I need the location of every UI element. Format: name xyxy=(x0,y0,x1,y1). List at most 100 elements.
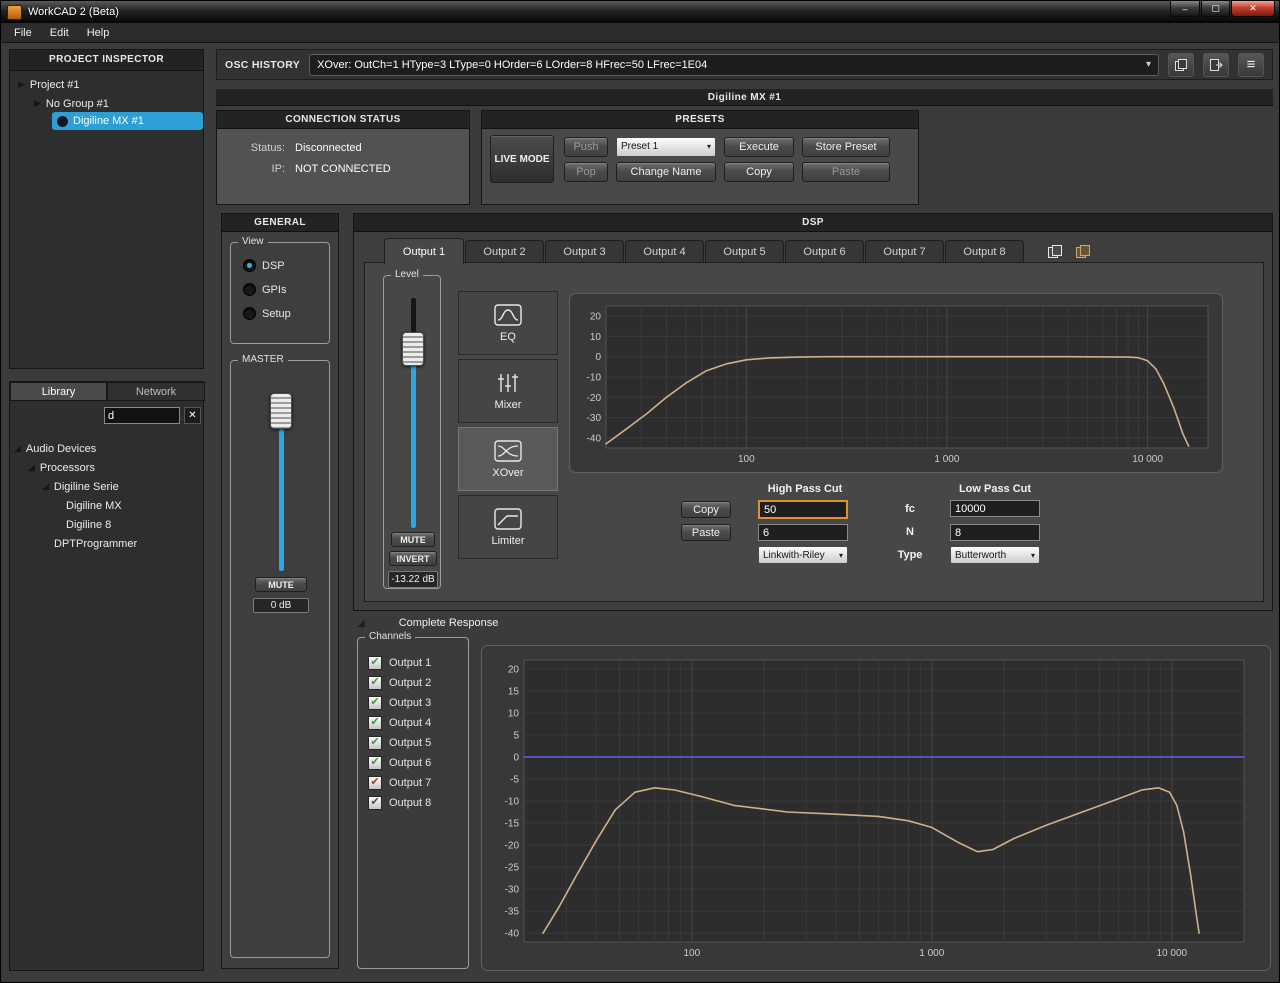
menu-file[interactable]: File xyxy=(5,25,41,41)
complete-response-title: Complete Response xyxy=(399,617,499,629)
tab-label: Output 5 xyxy=(723,246,765,258)
mode-xover-button[interactable]: XOver xyxy=(458,427,558,491)
channel-row: ✔ Output 4 xyxy=(368,716,431,730)
mode-label: EQ xyxy=(500,331,516,343)
push-button[interactable]: Push xyxy=(564,137,608,157)
mode-limiter-button[interactable]: Limiter xyxy=(458,495,558,559)
tree-item-processors[interactable]: ◢ Processors xyxy=(28,459,95,476)
channel-invert-button[interactable]: INVERT xyxy=(389,551,437,566)
expand-icon[interactable]: ▶ xyxy=(34,98,41,109)
channel-checkbox[interactable]: ✔ xyxy=(368,736,382,750)
master-mute-button[interactable]: MUTE xyxy=(255,577,307,592)
paste-label: Paste xyxy=(832,166,860,178)
tree-item-project[interactable]: ▶ Project #1 xyxy=(18,76,79,93)
master-groupbox: MASTER MUTE 0 dB xyxy=(230,360,330,958)
close-button[interactable]: ✕ xyxy=(1231,1,1275,17)
level-fader-handle[interactable] xyxy=(402,332,424,366)
channel-checkbox[interactable]: ✔ xyxy=(368,756,382,770)
copy-history-button[interactable] xyxy=(1168,53,1194,77)
hp-frequency-input[interactable] xyxy=(758,500,848,519)
tree-item-digiline-8[interactable]: Digiline 8 xyxy=(66,516,111,533)
channel-checkbox[interactable]: ✔ xyxy=(368,696,382,710)
store-preset-button[interactable]: Store Preset xyxy=(802,137,890,157)
radio-view-setup[interactable]: Setup xyxy=(243,307,329,320)
tree-item-audio-devices[interactable]: ◢ Audio Devices xyxy=(14,440,96,457)
library-search-input[interactable] xyxy=(104,407,180,424)
connection-status-panel: CONNECTION STATUS Status: Disconnected I… xyxy=(216,110,470,205)
export-history-button[interactable] xyxy=(1203,53,1229,77)
mode-label: Limiter xyxy=(491,535,524,547)
xover-copy-button[interactable]: Copy xyxy=(681,501,731,518)
mode-eq-button[interactable]: EQ xyxy=(458,291,558,355)
menu-button[interactable]: ≡ xyxy=(1238,53,1264,77)
tab-output-2[interactable]: Output 2 xyxy=(465,240,544,262)
lp-frequency-input[interactable] xyxy=(950,500,1040,517)
change-name-button[interactable]: Change Name xyxy=(616,162,716,182)
tab-output-7[interactable]: Output 7 xyxy=(865,240,944,262)
channel-checkbox[interactable]: ✔ xyxy=(368,776,382,790)
tree-item-device-selected[interactable]: Digiline MX #1 xyxy=(52,112,203,130)
expand-icon[interactable]: ▶ xyxy=(18,79,25,90)
lp-type-select[interactable]: Butterworth ▾ xyxy=(950,546,1040,564)
expand-icon[interactable]: ◢ xyxy=(42,481,49,492)
channel-checkbox[interactable]: ✔ xyxy=(368,796,382,810)
expand-icon[interactable]: ◢ xyxy=(14,443,21,454)
master-fader-handle[interactable] xyxy=(270,393,292,429)
channel-checkbox[interactable]: ✔ xyxy=(368,716,382,730)
tab-output-5[interactable]: Output 5 xyxy=(705,240,784,262)
channel-checkbox[interactable]: ✔ xyxy=(368,676,382,690)
copy-preset-button[interactable]: Copy xyxy=(724,162,794,182)
xover-paste-button[interactable]: Paste xyxy=(681,524,731,541)
close-icon: ✕ xyxy=(1249,3,1257,14)
paste-preset-button[interactable]: Paste xyxy=(802,162,890,182)
pop-button[interactable]: Pop xyxy=(564,162,608,182)
menu-edit[interactable]: Edit xyxy=(41,25,78,41)
menu-help[interactable]: Help xyxy=(78,25,119,41)
minimize-button[interactable]: – xyxy=(1170,1,1200,17)
paste-channel-button[interactable] xyxy=(1070,240,1096,262)
channel-row: ✔ Output 5 xyxy=(368,736,431,750)
tab-output-6[interactable]: Output 6 xyxy=(785,240,864,262)
preset-select[interactable]: Preset 1 ▾ xyxy=(616,137,716,157)
preset-select-value: Preset 1 xyxy=(621,141,658,152)
tab-output-1[interactable]: Output 1 xyxy=(384,238,464,264)
mixer-icon xyxy=(494,372,522,394)
collapse-icon[interactable]: ◢ xyxy=(357,618,365,629)
live-mode-button[interactable]: LIVE MODE xyxy=(490,135,554,183)
mode-mixer-button[interactable]: Mixer xyxy=(458,359,558,423)
search-clear-button[interactable]: ✕ xyxy=(184,407,201,424)
tree-item-group[interactable]: ▶ No Group #1 xyxy=(34,95,109,112)
tab-output-3[interactable]: Output 3 xyxy=(545,240,624,262)
tree-item-digiline-mx[interactable]: Digiline MX xyxy=(66,497,122,514)
channel-mute-button[interactable]: MUTE xyxy=(391,532,435,547)
push-label: Push xyxy=(573,141,598,153)
channel-row: ✔ Output 6 xyxy=(368,756,431,770)
tab-library[interactable]: Library xyxy=(10,382,107,401)
tab-output-8[interactable]: Output 8 xyxy=(945,240,1024,262)
expand-icon[interactable]: ◢ xyxy=(28,462,35,473)
maximize-icon: ▢ xyxy=(1211,3,1220,14)
copy-label: Copy xyxy=(693,504,719,516)
hp-type-select[interactable]: Linkwith-Riley ▾ xyxy=(758,546,848,564)
svg-text:10: 10 xyxy=(508,708,520,719)
tree-item-dptprogrammer[interactable]: DPTProgrammer xyxy=(54,535,137,552)
paste-label: Paste xyxy=(692,527,720,539)
channel-checkbox[interactable]: ✔ xyxy=(368,656,382,670)
lp-order-input[interactable] xyxy=(950,524,1040,541)
osc-history-dropdown[interactable]: XOver: OutCh=1 HType=3 LType=0 HOrder=6 … xyxy=(309,54,1159,76)
radio-view-gpis[interactable]: GPIs xyxy=(243,283,329,296)
ip-value: NOT CONNECTED xyxy=(295,163,469,175)
invert-label: INVERT xyxy=(396,554,429,564)
channel-level-value: -13.22 dB xyxy=(388,571,438,588)
hp-order-input[interactable] xyxy=(758,524,848,541)
radio-label: Setup xyxy=(262,308,291,320)
tab-network[interactable]: Network xyxy=(107,382,205,401)
tab-label: Output 4 xyxy=(643,246,685,258)
svg-text:-20: -20 xyxy=(505,841,520,852)
execute-button[interactable]: Execute xyxy=(724,137,794,157)
tab-output-4[interactable]: Output 4 xyxy=(625,240,704,262)
maximize-button[interactable]: ▢ xyxy=(1201,1,1230,17)
tree-item-digiline-serie[interactable]: ◢ Digiline Serie xyxy=(42,478,119,495)
radio-view-dsp[interactable]: DSP xyxy=(243,259,329,272)
copy-channel-button[interactable] xyxy=(1042,240,1068,262)
